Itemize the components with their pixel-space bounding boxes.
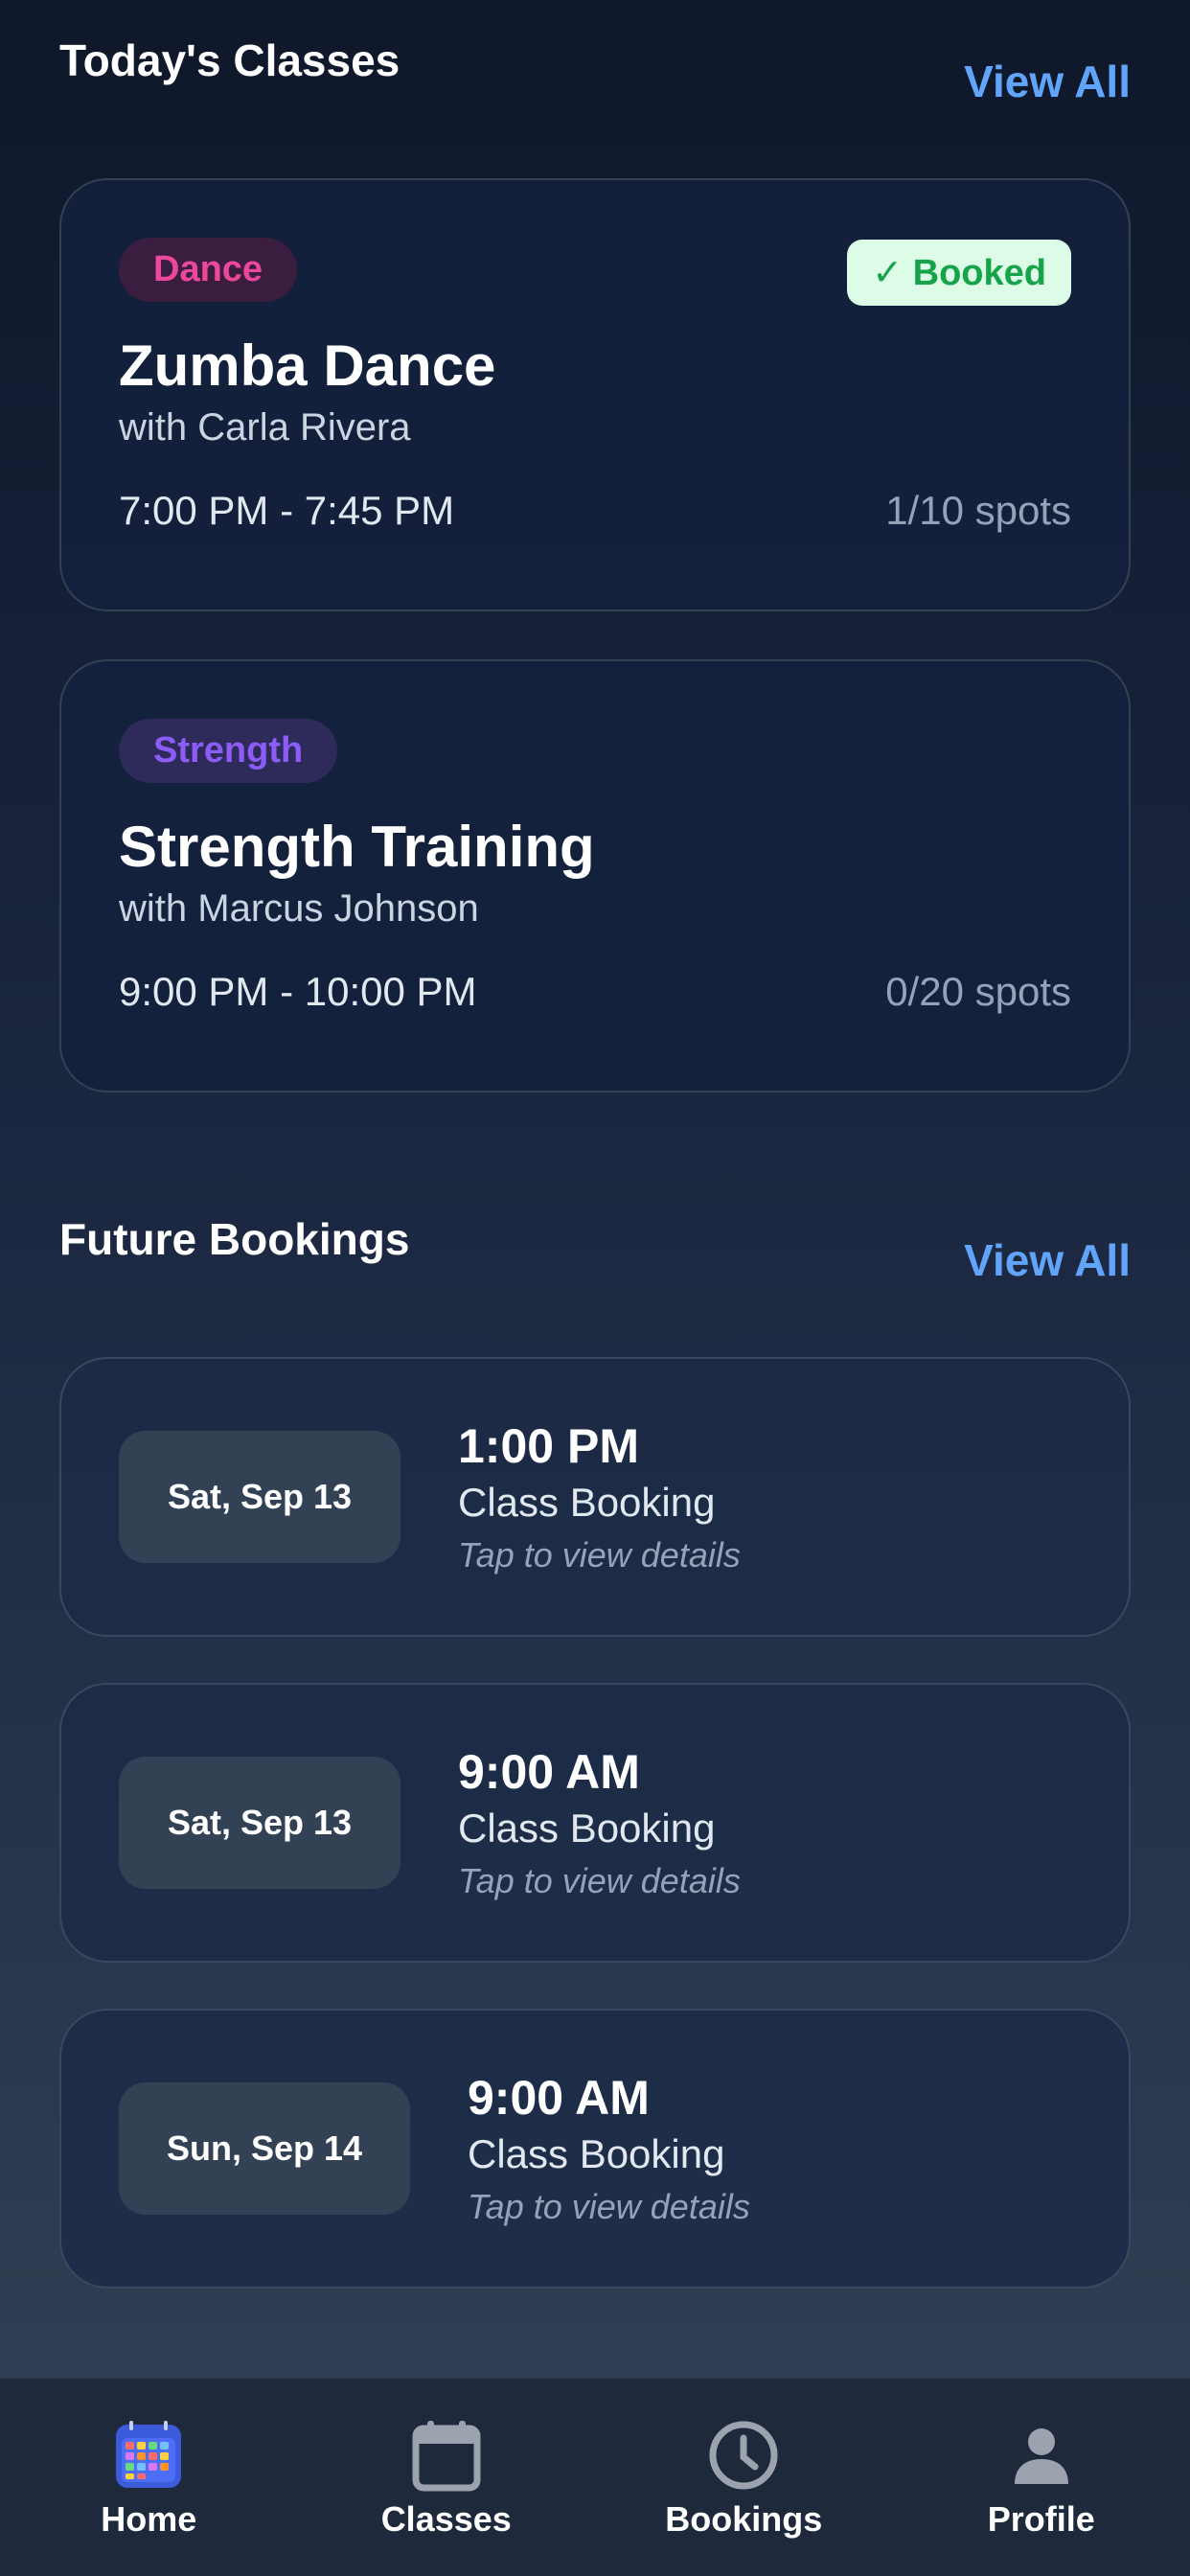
calendar-icon — [412, 2417, 481, 2494]
todays-classes-header: Today's Classes View All — [59, 34, 1131, 107]
tab-label: Bookings — [665, 2499, 823, 2539]
booking-hint: Tap to view details — [458, 1535, 741, 1575]
tab-home[interactable]: Home — [24, 2417, 273, 2540]
tab-profile[interactable]: Profile — [917, 2417, 1166, 2540]
booking-time: 9:00 AM — [468, 2071, 650, 2125]
class-name: Zumba Dance — [119, 334, 496, 398]
class-time: 7:00 PM - 7:45 PM — [119, 488, 455, 533]
booked-badge: ✓ Booked — [847, 240, 1071, 306]
tab-bookings[interactable]: Bookings — [619, 2417, 868, 2540]
tab-label: Home — [101, 2499, 197, 2539]
booking-hint: Tap to view details — [468, 2187, 750, 2226]
view-all-classes-link[interactable]: View All — [964, 56, 1131, 107]
booking-card[interactable]: Sat, Sep 13 9:00 AM Class Booking Tap to… — [59, 1683, 1131, 1963]
booking-label: Class Booking — [458, 1806, 716, 1851]
class-card-zumba[interactable]: Dance ✓ Booked Zumba Dance with Carla Ri… — [59, 178, 1131, 611]
tab-label: Profile — [987, 2499, 1095, 2539]
bottom-tab-bar: Home Classes Bookings Profile — [0, 2379, 1190, 2576]
future-bookings-header: Future Bookings View All — [59, 1213, 1131, 1286]
calendar-grid-icon — [114, 2417, 183, 2494]
booking-date: Sat, Sep 13 — [119, 1431, 400, 1563]
class-instructor: with Carla Rivera — [119, 406, 411, 448]
booking-card[interactable]: Sun, Sep 14 9:00 AM Class Booking Tap to… — [59, 2009, 1131, 2288]
category-badge: Dance — [119, 238, 298, 302]
booking-date: Sun, Sep 14 — [119, 2082, 410, 2215]
class-time: 9:00 PM - 10:00 PM — [119, 969, 477, 1014]
view-all-bookings-link[interactable]: View All — [964, 1234, 1131, 1286]
tab-classes[interactable]: Classes — [322, 2417, 571, 2540]
booking-label: Class Booking — [458, 1480, 716, 1525]
class-spots: 1/10 spots — [885, 488, 1071, 533]
category-badge: Strength — [119, 719, 338, 783]
booking-hint: Tap to view details — [458, 1861, 741, 1900]
booking-time: 9:00 AM — [458, 1745, 640, 1799]
booking-label: Class Booking — [468, 2131, 725, 2176]
booking-time: 1:00 PM — [458, 1419, 639, 1473]
class-card-strength[interactable]: Strength Strength Training with Marcus J… — [59, 659, 1131, 1092]
class-instructor: with Marcus Johnson — [119, 887, 479, 930]
tab-label: Classes — [380, 2499, 512, 2539]
class-name: Strength Training — [119, 815, 595, 879]
clock-icon — [707, 2417, 780, 2494]
future-bookings-title: Future Bookings — [59, 1214, 410, 1264]
class-spots: 0/20 spots — [885, 969, 1071, 1014]
person-icon — [1011, 2417, 1072, 2494]
booking-date: Sat, Sep 13 — [119, 1757, 400, 1889]
todays-classes-title: Today's Classes — [59, 35, 400, 85]
booking-card[interactable]: Sat, Sep 13 1:00 PM Class Booking Tap to… — [59, 1357, 1131, 1637]
